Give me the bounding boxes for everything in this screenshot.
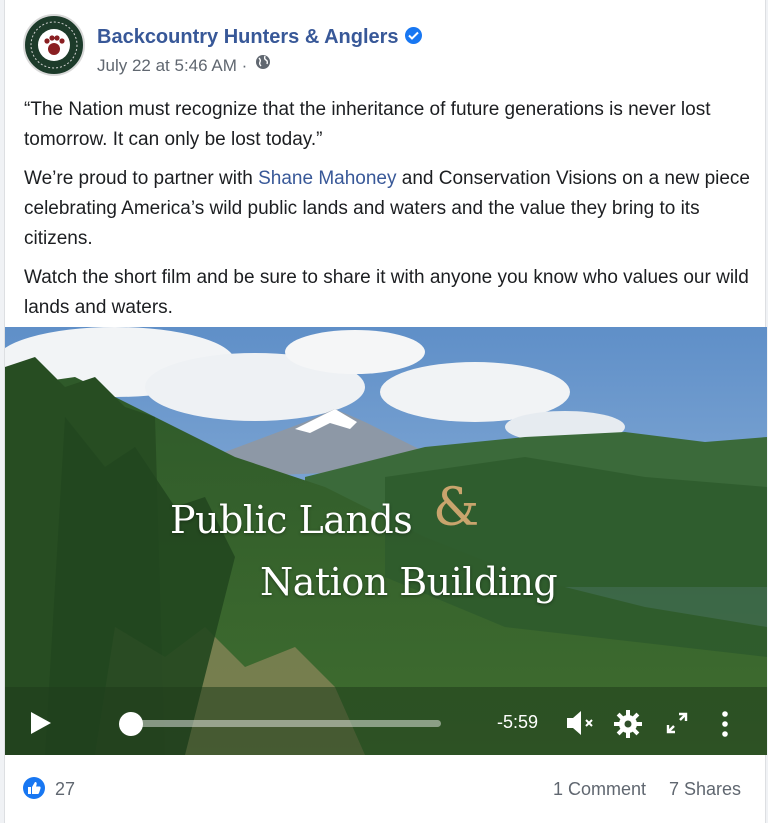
page-name[interactable]: Backcountry Hunters & Anglers [97, 26, 422, 49]
page-avatar[interactable] [23, 14, 85, 76]
video-controls: -5:59 [5, 695, 767, 751]
post-footer: 27 1 Comment 7 Shares [5, 757, 767, 823]
play-icon[interactable] [31, 712, 51, 739]
video-title-line1: Public Lands [170, 498, 413, 542]
paragraph-text: We’re proud to partner with [24, 168, 259, 189]
like-count[interactable]: 27 [55, 779, 75, 800]
fullscreen-icon[interactable] [665, 711, 689, 740]
video-title-line2: Nation Building [260, 560, 558, 604]
video-progress-handle[interactable] [119, 712, 143, 736]
verified-badge-icon [404, 27, 422, 45]
post-timestamp[interactable]: July 22 at 5:46 AM [97, 56, 237, 75]
mute-icon[interactable] [565, 709, 599, 742]
shane-mahoney-link[interactable]: Shane Mahoney [258, 168, 396, 189]
more-options-icon[interactable] [721, 711, 729, 742]
post-header: Backcountry Hunters & Anglers July 22 at… [23, 14, 743, 84]
bha-logo [26, 17, 82, 73]
meta-separator: · [241, 56, 248, 75]
post-paragraph-partner: We’re proud to partner with Shane Mahone… [24, 164, 752, 254]
video-title-ampersand: & [433, 478, 480, 538]
post-paragraph-cta: Watch the short film and be sure to shar… [24, 267, 749, 318]
post-meta: July 22 at 5:46 AM · [97, 54, 271, 77]
share-count[interactable]: 7 Shares [669, 779, 741, 800]
video-progress-track[interactable] [127, 720, 441, 727]
settings-gear-icon[interactable] [613, 709, 643, 744]
page-name-text[interactable]: Backcountry Hunters & Anglers [97, 26, 399, 48]
globe-icon[interactable] [255, 54, 271, 75]
post-paragraph-quote: “The Nation must recognize that the inhe… [24, 99, 711, 150]
comment-count[interactable]: 1 Comment [553, 779, 646, 800]
post-body: “The Nation must recognize that the inhe… [24, 95, 752, 332]
video-time-remaining: -5:59 [497, 712, 539, 732]
like-icon [23, 777, 45, 799]
post-card: Backcountry Hunters & Anglers July 22 at… [4, 0, 767, 823]
